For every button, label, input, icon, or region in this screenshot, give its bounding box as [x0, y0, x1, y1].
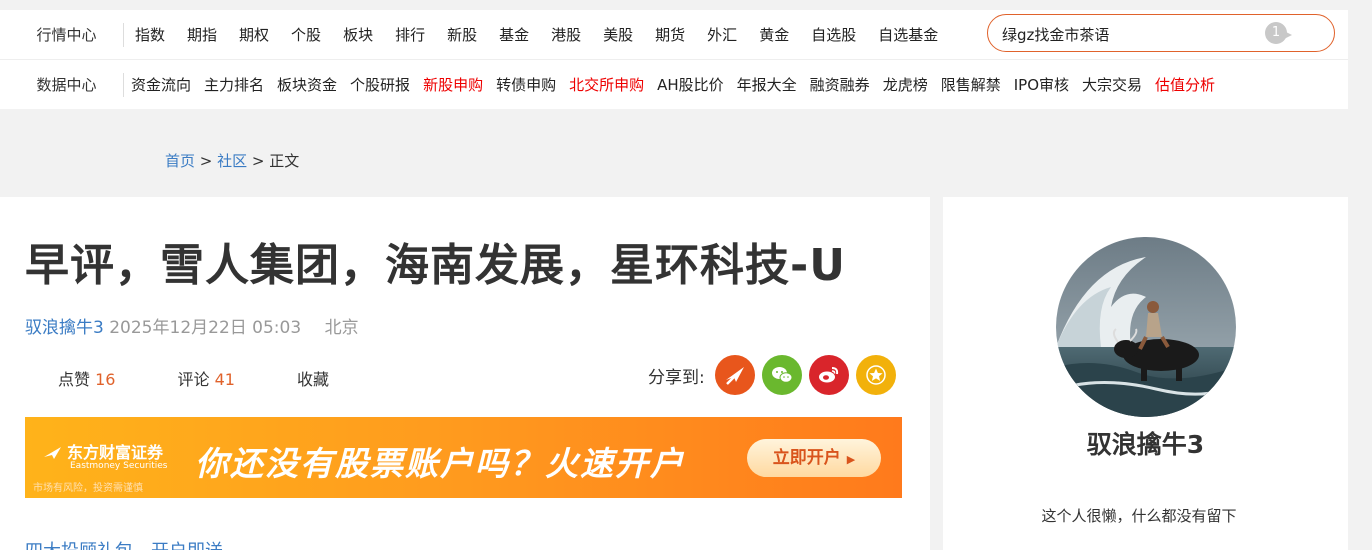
nav-item[interactable]: 个股研报 [350, 74, 410, 95]
nav-item[interactable]: 板块 [343, 24, 373, 45]
nav-item[interactable]: 新股 [447, 24, 477, 45]
share-favorite-button[interactable] [855, 355, 896, 395]
share-eastmoney-button[interactable] [714, 355, 755, 395]
nav-item[interactable]: 板块资金 [277, 74, 337, 95]
nav-item[interactable]: 估值分析 [1155, 74, 1215, 95]
share-wechat-button[interactable] [761, 355, 802, 395]
nav-item[interactable]: 龙虎榜 [883, 74, 928, 95]
nav-item[interactable]: 港股 [551, 24, 581, 45]
banner-brand-en: Eastmoney Securities [70, 461, 168, 471]
nav-item[interactable]: 排行 [395, 24, 425, 45]
comment-count: 41 [214, 370, 235, 389]
author-sidebar: 驭浪擒牛3 这个人很懒，什么都没有留下 [943, 197, 1348, 550]
breadcrumb-current: 正文 [269, 152, 300, 170]
nav-item[interactable]: 自选基金 [878, 24, 938, 45]
banner-brand: 东方财富证券 [67, 443, 164, 462]
nav-item[interactable]: 期权 [239, 24, 269, 45]
avatar-image [1056, 237, 1236, 417]
weibo-icon [818, 367, 838, 383]
breadcrumb-separator: > [195, 152, 218, 170]
banner-slogan: 你还没有股票账户吗？火速开户 [195, 444, 685, 483]
comment-button[interactable]: 评论 41 [177, 366, 234, 390]
nav-item[interactable]: 北交所申购 [569, 74, 644, 95]
nav-item[interactable]: AH股比价 [657, 74, 724, 95]
top-navigation: 行情中心 指数 期指 期权 个股 板块 排行 新股 基金 港股 美股 期货 外汇 黄金 自选股 自选基金 1… [0, 10, 1348, 109]
article-actions: 点赞 16 评论 41 收藏 [58, 366, 391, 390]
share-bar: 分享到: [648, 355, 903, 395]
nav-row-items: 资金流向 主力排名 板块资金 个股研报 新股申购 转债申购 北交所申购 AH股比价 年报大全 融资… [124, 74, 1215, 95]
breadcrumb-home-link[interactable]: 首页 [165, 152, 195, 170]
breadcrumb: 首页 > 社区 > 正文 [165, 150, 299, 171]
nav-item[interactable]: 外汇 [707, 24, 737, 45]
nav-item[interactable]: 个股 [291, 24, 321, 45]
favorite-label: 收藏 [296, 370, 329, 389]
nav-row-items: 指数 期指 期权 个股 板块 排行 新股 基金 港股 美股 期货 外汇 黄金 自选股 自选基金 [124, 24, 938, 45]
banner-risk-note: 市场有风险，投资需谨慎 [33, 483, 143, 494]
search-count-badge[interactable]: 1 [1265, 22, 1292, 44]
article-datetime: 2025年12月22日 05:03 [109, 318, 302, 338]
nav-item[interactable]: 期货 [655, 24, 685, 45]
nav-item[interactable]: 限售解禁 [941, 74, 1001, 95]
nav-item[interactable]: IPO审核 [1014, 74, 1069, 95]
search-box: 1 [987, 14, 1335, 52]
nav-item[interactable]: 指数 [135, 24, 165, 45]
nav-row-label[interactable]: 数据中心 [0, 72, 124, 97]
sidebar-bio: 这个人很懒，什么都没有留下 [1041, 507, 1237, 525]
search-input[interactable] [1002, 23, 1262, 45]
promo-link[interactable]: 四大投顾礼包，开户即送 [25, 537, 223, 550]
triangle-right-icon: ▶ [846, 453, 856, 466]
author-link[interactable]: 驭浪擒牛3 [25, 318, 104, 338]
breadcrumb-separator: > [247, 152, 270, 170]
article-panel: 早评，雪人集团，海南发展，星环科技-U 驭浪擒牛3 2025年12月22日 05… [0, 197, 930, 550]
like-button[interactable]: 点赞 16 [58, 366, 115, 390]
open-account-label: 立即开户 [772, 448, 841, 468]
nav-item[interactable]: 黄金 [759, 24, 789, 45]
nav-item[interactable]: 期指 [187, 24, 217, 45]
nav-item[interactable]: 新股申购 [423, 74, 483, 95]
nav-row-market: 行情中心 指数 期指 期权 个股 板块 排行 新股 基金 港股 美股 期货 外汇 黄金 自选股 自选基金 1 [0, 10, 1348, 60]
eastmoney-logo-icon [44, 447, 61, 459]
share-label: 分享到: [648, 367, 705, 388]
avatar[interactable] [1056, 237, 1236, 417]
open-account-banner[interactable]: 东方财富证券 Eastmoney Securities 市场有风险，投资需谨慎 … [25, 417, 902, 498]
nav-item[interactable]: 基金 [499, 24, 529, 45]
nav-row-label[interactable]: 行情中心 [0, 22, 124, 47]
comment-label: 评论 [177, 370, 210, 389]
breadcrumb-community-link[interactable]: 社区 [217, 152, 247, 170]
article-meta: 驭浪擒牛3 2025年12月22日 05:03 北京 [25, 313, 359, 338]
nav-item[interactable]: 主力排名 [204, 74, 264, 95]
star-icon [865, 365, 886, 385]
nav-item[interactable]: 融资融券 [810, 74, 870, 95]
favorite-button[interactable]: 收藏 [297, 366, 329, 390]
nav-item[interactable]: 大宗交易 [1082, 74, 1142, 95]
share-weibo-button[interactable] [808, 355, 849, 395]
article-location: 北京 [324, 318, 359, 338]
nav-item[interactable]: 资金流向 [131, 74, 191, 95]
nav-item[interactable]: 年报大全 [737, 74, 797, 95]
wechat-icon [771, 367, 793, 383]
nav-item[interactable]: 转债申购 [496, 74, 556, 95]
nav-item[interactable]: 自选股 [811, 24, 856, 45]
open-account-button[interactable]: 立即开户 ▶ [747, 439, 881, 477]
like-count: 16 [95, 370, 116, 389]
like-label: 点赞 [58, 370, 91, 389]
nav-item[interactable]: 美股 [603, 24, 633, 45]
article-title: 早评，雪人集团，海南发展，星环科技-U [25, 240, 846, 291]
nav-row-data: 数据中心 资金流向 主力排名 板块资金 个股研报 新股申购 转债申购 北交所申购 AH股比价年… [0, 60, 1348, 109]
sidebar-username[interactable]: 驭浪擒牛3 [943, 425, 1348, 461]
eastmoney-icon [725, 367, 744, 385]
